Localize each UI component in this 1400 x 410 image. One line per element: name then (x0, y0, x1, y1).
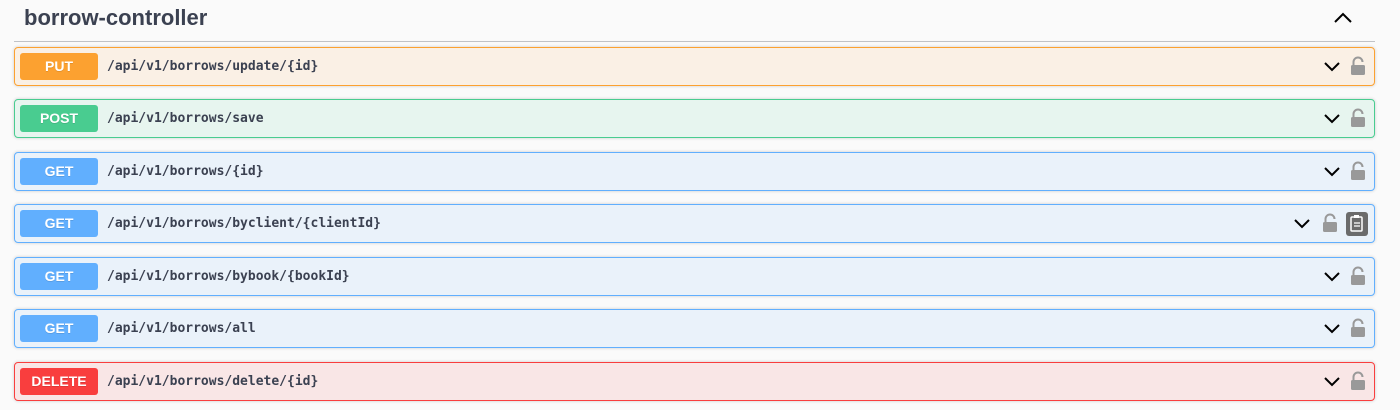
chevron-up-icon[interactable] (1329, 6, 1357, 30)
operation-put-update[interactable]: PUT /api/v1/borrows/update/{id} (14, 47, 1375, 86)
method-badge: GET (20, 263, 98, 290)
operation-path: /api/v1/borrows/update/{id} (107, 59, 319, 74)
operation-path: /api/v1/borrows/{id} (107, 164, 264, 179)
operation-post-save[interactable]: POST /api/v1/borrows/save (14, 99, 1375, 138)
lock-icon[interactable] (1350, 161, 1366, 181)
lock-icon[interactable] (1350, 371, 1366, 391)
operation-path: /api/v1/borrows/delete/{id} (107, 374, 319, 389)
method-badge: GET (20, 158, 98, 185)
lock-icon[interactable] (1350, 108, 1366, 128)
lock-icon[interactable] (1350, 266, 1366, 286)
copy-to-clipboard-icon[interactable] (1346, 212, 1368, 236)
method-badge: DELETE (20, 368, 98, 395)
chevron-down-icon[interactable] (1322, 268, 1342, 286)
lock-icon[interactable] (1350, 56, 1366, 76)
lock-icon[interactable] (1350, 318, 1366, 338)
operation-get-all[interactable]: GET /api/v1/borrows/all (14, 309, 1375, 348)
chevron-down-icon[interactable] (1322, 320, 1342, 338)
chevron-down-icon[interactable] (1322, 110, 1342, 128)
chevron-down-icon[interactable] (1292, 215, 1312, 233)
operation-path: /api/v1/borrows/all (107, 321, 256, 336)
method-badge: POST (20, 105, 98, 132)
operation-get-byclient[interactable]: GET /api/v1/borrows/byclient/{clientId} (14, 204, 1375, 243)
chevron-down-icon[interactable] (1322, 58, 1342, 76)
method-badge: PUT (20, 53, 98, 80)
operation-get-bybook[interactable]: GET /api/v1/borrows/bybook/{bookId} (14, 257, 1375, 296)
operation-get-by-id[interactable]: GET /api/v1/borrows/{id} (14, 152, 1375, 191)
operation-path: /api/v1/borrows/save (107, 111, 264, 126)
lock-icon[interactable] (1322, 213, 1338, 233)
operation-path: /api/v1/borrows/bybook/{bookId} (107, 269, 350, 284)
operation-path: /api/v1/borrows/byclient/{clientId} (107, 216, 381, 231)
method-badge: GET (20, 210, 98, 237)
operation-delete[interactable]: DELETE /api/v1/borrows/delete/{id} (14, 362, 1375, 401)
tag-title[interactable]: borrow-controller (24, 5, 207, 31)
tag-header[interactable]: borrow-controller (14, 0, 1375, 42)
method-badge: GET (20, 315, 98, 342)
chevron-down-icon[interactable] (1322, 373, 1342, 391)
chevron-down-icon[interactable] (1322, 163, 1342, 181)
